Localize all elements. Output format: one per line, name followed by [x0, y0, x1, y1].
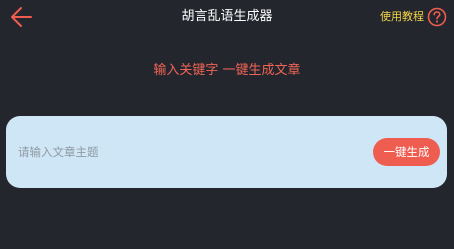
topic-input[interactable] — [18, 142, 358, 162]
help-tutorial-label: 使用教程 — [380, 10, 424, 23]
app-screen: 胡言乱语生成器 使用教程 输入关键字 一键生成文章 一键生成 — [0, 0, 454, 249]
generate-button[interactable]: 一键生成 — [373, 138, 440, 166]
subtitle-tagline: 输入关键字 一键生成文章 — [153, 63, 301, 78]
top-bar: 胡言乱语生成器 使用教程 — [0, 0, 454, 34]
input-card: 一键生成 — [6, 116, 447, 188]
question-circle-icon — [427, 7, 447, 27]
help-tutorial-button[interactable]: 使用教程 — [380, 6, 447, 28]
